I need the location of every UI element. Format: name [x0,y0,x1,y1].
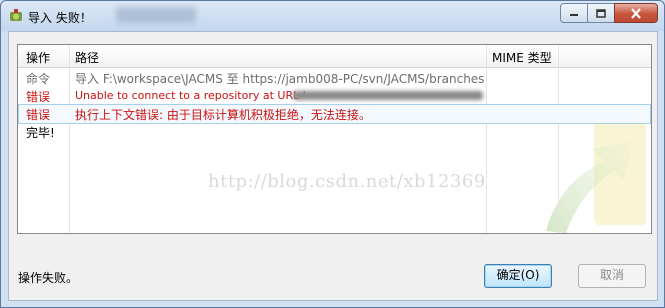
row-path: Unable to connect to a repository at URL… [75,89,306,102]
list-header: 操作 路径 MIME 类型 [18,45,651,68]
maximize-icon [596,8,606,18]
maximize-button[interactable] [587,3,615,23]
row-action: 命令 [26,72,51,86]
row-path: 执行上下文错误: 由于目标计算机积极拒绝，无法连接。 [75,108,371,122]
list-item[interactable]: 命令 导入 F:\workspace\JACMS 至 https://jamb0… [18,69,651,87]
minimize-icon [570,14,578,16]
list-item[interactable]: 完毕! [18,123,651,141]
ok-button[interactable]: 确定(O) [484,264,552,288]
close-button[interactable] [614,3,658,23]
dialog-client-area: 操作 路径 MIME 类型 命令 导入 F:\workspace\JACMS 至… [8,31,658,301]
row-path: 导入 F:\workspace\JACMS 至 https://jamb008-… [75,72,485,86]
column-header-path[interactable]: 路径 [75,49,99,66]
watermark: http://blog.csdn.net/xb12369 [208,171,486,192]
window-title: 导入 失败！ [28,11,92,25]
close-icon [631,7,641,19]
url-redacted [293,91,483,100]
column-header-mime[interactable]: MIME 类型 [492,49,552,66]
list-item-selected[interactable]: 错误 执行上下文错误: 由于目标计算机积极拒绝，无法连接。 [18,104,651,124]
column-header-action[interactable]: 操作 [26,49,50,66]
title-bar[interactable]: 导入 失败！ [1,1,664,31]
cancel-button[interactable]: 取消 [578,264,646,288]
row-action: 完毕! [26,126,55,140]
tortoise-svn-icon [10,9,22,21]
result-list[interactable]: 操作 路径 MIME 类型 命令 导入 F:\workspace\JACMS 至… [17,44,652,234]
title-redacted [116,7,196,23]
row-action: 错误 [26,108,51,122]
dialog-window: 导入 失败！ 操作 路径 MIME 类型 命令 导入 F:\workspace\… [0,0,665,308]
status-text: 操作失败。 [18,271,79,285]
row-action: 错误 [26,90,51,104]
list-item[interactable]: 错误 Unable to connect to a repository at … [18,87,651,105]
minimize-button[interactable] [560,3,588,23]
